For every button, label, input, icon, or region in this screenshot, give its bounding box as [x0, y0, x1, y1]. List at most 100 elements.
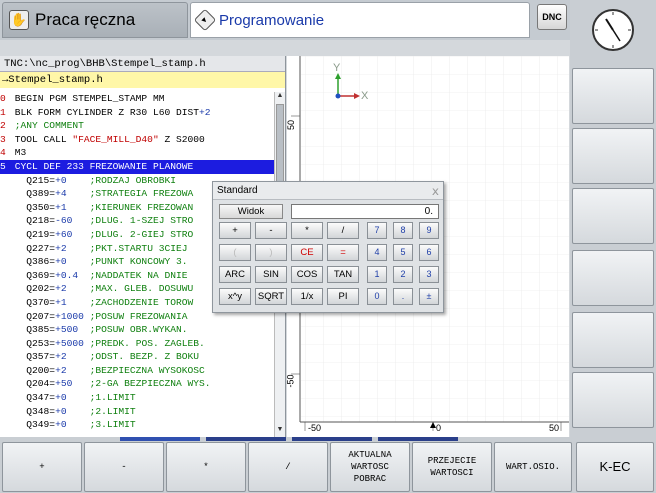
scroll-up-icon[interactable]: ▲: [275, 92, 285, 103]
program-line[interactable]: 1 BLK FORM CYLINDER Z R30 L60 DIST+2: [0, 106, 274, 120]
softkey-5[interactable]: AKTUALNA WARTOSC POBRAC: [330, 442, 410, 492]
line-text: +2: [199, 106, 211, 118]
program-line[interactable]: Q204=+50 ;2-GA BEZPIECZNA WYS.: [0, 377, 274, 391]
line-text: Q227=: [14, 242, 56, 254]
line-text: ;NADDATEK NA DNIE: [78, 269, 188, 281]
calc-key-sin[interactable]: SIN: [255, 266, 287, 283]
program-path: TNC:\nc_prog\BHB\Stempel_stamp.h: [0, 56, 285, 72]
line-text: ;2-GA BEZPIECZNA WYS.: [72, 378, 211, 390]
line-text: +2: [55, 364, 67, 376]
tab-manual-operation[interactable]: ✋ Praca ręczna: [2, 2, 188, 38]
line-text: +0.4: [55, 269, 79, 281]
calc-key-arc[interactable]: ARC: [219, 266, 251, 283]
vertical-softkey-3[interactable]: [572, 188, 654, 244]
line-text: Q386=: [14, 256, 56, 268]
calc-key-[interactable]: (: [219, 244, 251, 261]
program-line[interactable]: 4 M3: [0, 146, 274, 160]
program-line[interactable]: Q348=+0 ;2.LIMIT: [0, 405, 274, 419]
calc-key-1x[interactable]: 1/x: [291, 288, 323, 305]
vertical-softkey-2[interactable]: [572, 128, 654, 184]
program-line[interactable]: 0 BEGIN PGM STEMPEL_STAMP MM: [0, 92, 274, 106]
calc-key-pi[interactable]: PI: [327, 288, 359, 305]
softkey-3[interactable]: *: [166, 442, 246, 492]
calc-digit-key[interactable]: 4: [367, 244, 387, 261]
vertical-softkey-1[interactable]: [572, 68, 654, 124]
line-text: +0: [55, 174, 67, 186]
line-text: ;RODZAJ OBROBKI: [66, 174, 176, 186]
vertical-softkey-6[interactable]: [572, 372, 654, 428]
dnc-button[interactable]: DNC: [537, 4, 567, 30]
line-text: Q202=: [14, 283, 56, 295]
calc-key-[interactable]: -: [255, 222, 287, 239]
program-file-name[interactable]: →Stempel_stamp.h: [0, 72, 285, 88]
line-text: Q200=: [14, 364, 56, 376]
program-line[interactable]: Q357=+2 ;ODST. BEZP. Z BOKU: [0, 350, 274, 364]
line-text: +2: [55, 242, 67, 254]
scroll-down-icon[interactable]: ▼: [275, 426, 285, 437]
calc-key-[interactable]: =: [327, 244, 359, 261]
softkey-2[interactable]: -: [84, 442, 164, 492]
program-line[interactable]: Q385=+500 ;POSUW OBR.WYKAN.: [0, 323, 274, 337]
program-line[interactable]: Q347=+0 ;1.LIMIT: [0, 391, 274, 405]
program-line[interactable]: 2 ;ANY COMMENT: [0, 119, 274, 133]
calc-key-[interactable]: *: [291, 222, 323, 239]
calc-key-sqrt[interactable]: SQRT: [255, 288, 287, 305]
programming-icon: ▸: [193, 8, 217, 32]
calc-digit-key[interactable]: 1: [367, 266, 387, 283]
calc-key-[interactable]: ): [255, 244, 287, 261]
tab-programming-label: Programowanie: [219, 11, 325, 29]
calc-digit-key[interactable]: ±: [419, 288, 439, 305]
close-icon[interactable]: ⅹ: [432, 184, 439, 198]
calc-key-ce[interactable]: CE: [291, 244, 323, 261]
line-text: +4: [55, 188, 67, 200]
line-text: Q204=: [14, 378, 56, 390]
program-line[interactable]: 3 TOOL CALL "FACE_MILL_D40" Z S2000: [0, 133, 274, 147]
calc-key-[interactable]: /: [327, 222, 359, 239]
vertical-softkey-5[interactable]: [572, 312, 654, 368]
horizontal-softkey-bar: + - * / AKTUALNA WARTOSC POBRAC PRZEJECIE WAR…: [0, 437, 656, 493]
vertical-softkey-4[interactable]: [572, 250, 654, 306]
calc-key-xy[interactable]: x^y: [219, 288, 251, 305]
line-text: ;ZACHODZENIE TOROW: [66, 296, 194, 308]
line-text: Q253=: [14, 337, 56, 349]
softkey-6[interactable]: PRZEJECIE WARTOSCI: [412, 442, 492, 492]
line-text: Q385=: [14, 324, 56, 336]
line-text: ;PKT.STARTU 3CIEJ: [66, 242, 188, 254]
softkey-8[interactable]: K-EC: [576, 442, 654, 492]
calc-key-[interactable]: +: [219, 222, 251, 239]
view-button[interactable]: Widok: [219, 204, 283, 219]
tab-manual-label: Praca ręczna: [35, 10, 136, 29]
line-text: +2: [55, 351, 67, 363]
axis-y-label: Y: [333, 62, 341, 74]
calc-key-tan[interactable]: TAN: [327, 266, 359, 283]
line-text: ;ODST. BEZP. Z BOKU: [66, 351, 200, 363]
line-text: ;MAX. GLEB. DOSUWU: [66, 283, 194, 295]
softkey-7[interactable]: WART.OSIO.: [494, 442, 572, 492]
line-text: +50: [55, 378, 73, 390]
program-line[interactable]: Q200=+2 ;BEZPIECZNA WYSOKOSC: [0, 364, 274, 378]
calc-digit-key[interactable]: 9: [419, 222, 439, 239]
program-line[interactable]: Q349=+0 ;3.LIMIT: [0, 418, 274, 432]
calc-digit-key[interactable]: 6: [419, 244, 439, 261]
line-text: ;1.LIMIT: [66, 392, 136, 404]
line-text: ;ANY COMMENT: [14, 120, 84, 132]
vertical-softkey-panel: [570, 0, 656, 437]
calc-digit-key[interactable]: 5: [393, 244, 413, 261]
calc-digit-key[interactable]: 7: [367, 222, 387, 239]
line-text: ;DLUG. 2-GIEJ STRO: [72, 228, 194, 240]
calc-digit-key[interactable]: 8: [393, 222, 413, 239]
program-line[interactable]: Q253=+5000 ;PREDK. POS. ZAGLEB.: [0, 337, 274, 351]
calc-digit-key[interactable]: 0: [367, 288, 387, 305]
tab-programming[interactable]: ▸ Programowanie: [190, 2, 530, 38]
ruler-bottom-label: 50: [549, 423, 560, 433]
softkey-1[interactable]: +: [2, 442, 82, 492]
calc-key-cos[interactable]: COS: [291, 266, 323, 283]
line-text: M3: [14, 147, 27, 159]
softkey-4[interactable]: /: [248, 442, 328, 492]
program-line[interactable]: 5 CYCL DEF 233 FREZOWANIE PLANOWE: [0, 159, 274, 174]
calc-digit-key[interactable]: 3: [419, 266, 439, 283]
calculator-window[interactable]: Standard ⅹ Widok 0. + - */ 7 8 9 () CE = 4 5 6 ARC SI…: [212, 181, 444, 313]
calc-digit-key[interactable]: .: [393, 288, 413, 305]
calc-digit-key[interactable]: 2: [393, 266, 413, 283]
line-text: ;KIERUNEK FREZOWAN: [66, 201, 194, 213]
